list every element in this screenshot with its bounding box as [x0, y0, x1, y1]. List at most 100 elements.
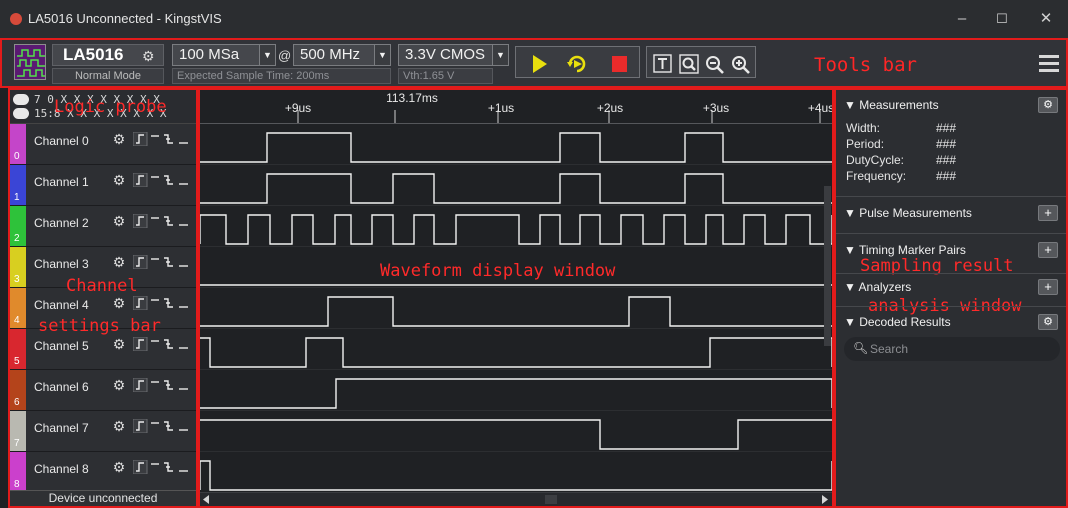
channel-settings-gear-icon[interactable]: ⚙ [111, 418, 127, 434]
zoom-in-icon[interactable] [729, 53, 753, 75]
vth-value: Vth:1.65 V [398, 68, 493, 84]
add-analyzer-button[interactable]: + [1038, 279, 1058, 295]
device-mode: Normal Mode [52, 68, 164, 84]
menu-icon[interactable] [1039, 55, 1059, 76]
channel-color-swatch: 5 [10, 329, 26, 369]
trigger-edge-buttons[interactable] [133, 378, 193, 392]
device-icon[interactable] [14, 44, 46, 80]
probe-toggle-high[interactable] [13, 108, 29, 119]
app-window: LA5016 Unconnected - KingstVIS – ☐ ✕ LA5… [0, 0, 1068, 508]
time-label: +2us [597, 101, 623, 115]
channel-name: Channel 5 [34, 339, 89, 353]
measurement-label: Width: [846, 121, 881, 135]
zoom-out-icon[interactable] [703, 53, 727, 75]
logic-probe-annotation: Logic probe [54, 97, 167, 117]
scroll-right-icon[interactable] [822, 495, 828, 504]
sample-rate-select[interactable]: 100 MSa ▼ [172, 44, 276, 66]
logic-level-select[interactable]: 3.3V CMOS ▼ [398, 44, 509, 66]
measurements-title[interactable]: ▼ Measurements [844, 98, 939, 112]
horizontal-scrollbar[interactable] [200, 492, 832, 506]
channel-settings-gear-icon[interactable]: ⚙ [111, 377, 127, 393]
channel-waveform [200, 132, 832, 163]
channel-settings-gear-icon[interactable]: ⚙ [111, 213, 127, 229]
channel-settings-gear-icon[interactable]: ⚙ [111, 295, 127, 311]
logic-probe: 7 0 X X X X X X X X 15:8 X X X X X X X X… [10, 90, 196, 124]
channel-index: 6 [14, 397, 20, 408]
scroll-left-icon[interactable] [203, 495, 209, 504]
channel-settings-gear-icon[interactable]: ⚙ [111, 459, 127, 475]
channel-color-swatch: 6 [10, 370, 26, 410]
sample-rate-value: 100 MSa [179, 46, 240, 63]
channel-name: Channel 2 [34, 216, 89, 230]
channel-index: 7 [14, 438, 20, 449]
trigger-edge-buttons[interactable] [133, 419, 193, 433]
channel-settings-gear-icon[interactable]: ⚙ [111, 336, 127, 352]
channel-index: 0 [14, 151, 20, 162]
trigger-edge-buttons[interactable] [133, 214, 193, 228]
maximize-button[interactable]: ☐ [990, 9, 1014, 29]
chevron-down-icon: ▼ [259, 45, 275, 65]
frequency-select[interactable]: 500 MHz ▼ [293, 44, 391, 66]
channel-row[interactable]: 0 Channel 0 ⚙ [10, 124, 196, 165]
add-timing-marker-button[interactable]: + [1038, 242, 1058, 258]
device-settings-gear-icon[interactable]: ⚙ [142, 48, 155, 65]
view-controls [646, 46, 756, 78]
channel-waveform [200, 337, 832, 368]
divider [836, 306, 1066, 307]
channel-row[interactable]: 1 Channel 1 ⚙ [10, 165, 196, 206]
probe-toggle-low[interactable] [13, 94, 29, 105]
minimize-button[interactable]: – [950, 9, 974, 29]
waveform-canvas[interactable]: +9us 113.17ms +1us +2us +3us +4us Waveform dis… [200, 90, 832, 492]
channel-color-swatch: 4 [10, 288, 26, 328]
search-input[interactable]: 🔍︎ Search [844, 337, 1060, 361]
divider [836, 196, 1066, 197]
trigger-edge-buttons[interactable] [133, 337, 193, 351]
channel-waveform [200, 173, 832, 204]
decoded-results-title[interactable]: ▼ Decoded Results [844, 315, 951, 329]
channel-row[interactable]: 6 Channel 6 ⚙ [10, 370, 196, 411]
waveform-display-window[interactable]: +9us 113.17ms +1us +2us +3us +4us Waveform dis… [198, 88, 834, 508]
decoded-results-settings-gear-icon[interactable]: ⚙ [1038, 314, 1058, 330]
channel-waveform [200, 460, 832, 491]
channel-settings-bar: 7 0 X X X X X X X X 15:8 X X X X X X X X… [8, 88, 198, 508]
chevron-down-icon: ▼ [492, 45, 508, 65]
channel-row[interactable]: 8 Channel 8 ⚙ [10, 452, 196, 493]
time-label: +4us [808, 101, 832, 115]
scroll-thumb[interactable] [545, 495, 557, 504]
channel-settings-gear-icon[interactable]: ⚙ [111, 131, 127, 147]
measurement-label: Frequency: [846, 169, 907, 183]
expected-sample-time: Expected Sample Time: 200ms [172, 68, 391, 84]
channel-name: Channel 0 [34, 134, 89, 148]
divider [836, 273, 1066, 274]
add-pulse-measurement-button[interactable]: + [1038, 205, 1058, 221]
trigger-edge-buttons[interactable] [133, 173, 193, 187]
channel-row[interactable]: 7 Channel 7 ⚙ [10, 411, 196, 452]
channel-row[interactable]: 2 Channel 2 ⚙ [10, 206, 196, 247]
channel-settings-gear-icon[interactable]: ⚙ [111, 172, 127, 188]
channel-waveform [200, 296, 832, 327]
kingstvis-logo-icon [10, 13, 22, 25]
timing-marker-pairs-title[interactable]: ▼ Timing Marker Pairs [844, 243, 966, 257]
measurement-label: Period: [846, 137, 885, 151]
waveform-annotation: Waveform display window [380, 261, 616, 281]
channel-waveform [200, 419, 832, 450]
close-button[interactable]: ✕ [1034, 9, 1058, 29]
pulse-measurements-title[interactable]: ▼ Pulse Measurements [844, 206, 972, 220]
analyzers-title[interactable]: ▼ Analyzers [844, 280, 911, 294]
play-icon[interactable] [528, 53, 552, 75]
sampling-result-analysis-window: ▼ Measurements ⚙ Width: ### Period: ### … [834, 88, 1068, 508]
text-marker-icon[interactable] [651, 53, 675, 75]
channel-name: Channel 3 [34, 257, 89, 271]
trigger-edge-buttons[interactable] [133, 132, 193, 146]
trigger-edge-buttons[interactable] [133, 460, 193, 474]
title-bar: LA5016 Unconnected - KingstVIS – ☐ ✕ [0, 0, 1068, 38]
search-icon: 🔍︎ [853, 341, 869, 355]
trigger-edge-buttons[interactable] [133, 255, 193, 269]
channel-settings-gear-icon[interactable]: ⚙ [111, 254, 127, 270]
trigger-edge-buttons[interactable] [133, 296, 193, 310]
at-symbol: @ [278, 48, 292, 63]
zoom-fit-icon[interactable] [678, 53, 702, 75]
repeat-run-icon[interactable] [566, 53, 590, 75]
stop-icon[interactable] [608, 53, 632, 75]
measurements-settings-gear-icon[interactable]: ⚙ [1038, 97, 1058, 113]
